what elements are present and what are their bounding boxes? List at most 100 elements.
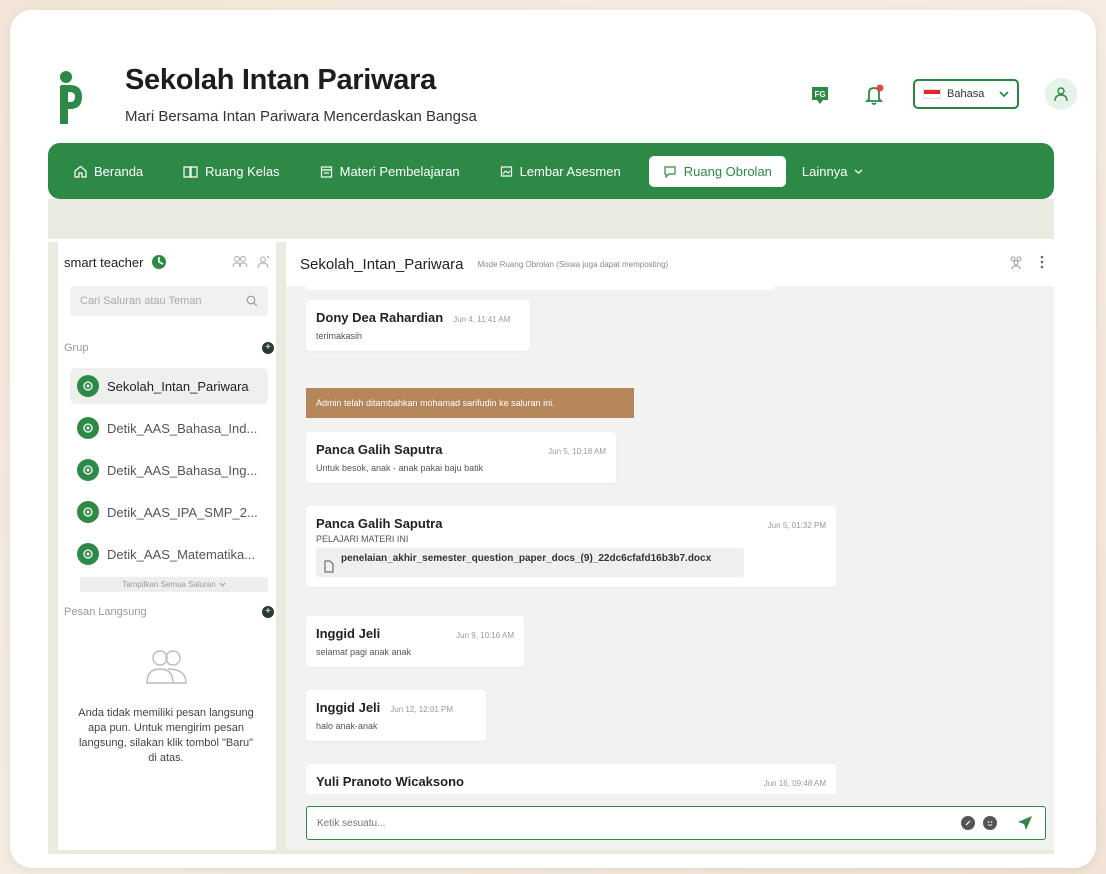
page-title: Sekolah Intan Pariwara [125, 64, 436, 96]
message-author: Inggid Jeli [316, 626, 381, 641]
nav-lembar-asesmen[interactable]: Lembar Asesmen [500, 164, 621, 179]
sidebar-header: smart teacher [64, 254, 274, 270]
group-item[interactable]: Detik_AAS_Bahasa_Ing... [70, 452, 268, 488]
emoji-icon[interactable] [983, 816, 997, 830]
system-message: Admin telah ditambahkan mohamad sarifudi… [306, 388, 634, 418]
chat-icon [664, 165, 676, 178]
page-subtitle: Mari Bersama Intan Pariwara Mencerdaskan… [125, 108, 477, 125]
dm-label: Pesan Langsung [64, 606, 147, 618]
add-group-button[interactable]: + [262, 342, 274, 354]
attach-icon[interactable] [961, 816, 975, 830]
more-options-icon[interactable] [1040, 255, 1044, 269]
status-icon[interactable] [151, 254, 167, 270]
message-list: Dony Dea Rahardian Jun 4, 11:41 AM terim… [286, 286, 1054, 794]
message-item: Yuli Pranoto Wicaksono Jun 16, 09:48 AM [306, 764, 836, 794]
file-icon [324, 560, 334, 573]
image-icon [500, 165, 512, 177]
group-item[interactable]: Detik_AAS_Matematika... [70, 536, 268, 572]
chevron-down-icon [219, 582, 226, 587]
channel-title: Sekolah_Intan_Pariwara [300, 255, 464, 273]
message-body: halo anak-anak [316, 721, 378, 731]
nav-lainnya[interactable]: Lainnya [802, 164, 864, 179]
group-item[interactable]: Detik_AAS_Bahasa_Ind... [70, 410, 268, 446]
file-attachment[interactable]: penelaian_akhir_semester_question_paper_… [316, 548, 744, 577]
message-body: selamat pagi anak anak [316, 647, 412, 657]
message-time: Jun 5, 10:18 AM [548, 447, 606, 456]
nav-label: Ruang Kelas [205, 163, 280, 179]
message-author: Panca Galih Saputra [316, 516, 443, 531]
channel-header: Sekolah_Intan_Pariwara Mode Ruang Obrola… [286, 242, 1054, 286]
main-nav: Beranda Ruang Kelas Materi Pembelajaran … [48, 143, 1054, 199]
nav-materi-pembelajaran[interactable]: Materi Pembelajaran [320, 164, 460, 179]
channel-search[interactable]: Cari Saluran atau Teman [70, 286, 268, 316]
message-time: Jun 16, 09:48 AM [763, 779, 826, 788]
header-actions: FG [805, 80, 889, 110]
group-avatar-icon [77, 417, 99, 439]
search-placeholder: Cari Saluran atau Teman [80, 295, 202, 307]
send-icon[interactable] [1017, 815, 1033, 831]
people-icon [146, 650, 187, 684]
new-group-icon[interactable] [232, 255, 248, 269]
message-item: Dony Dea Rahardian Jun 4, 11:41 AM terim… [306, 300, 530, 351]
app-header: Sekolah Intan Pariwara Mari Bersama Inta… [10, 10, 1096, 140]
app-logo [60, 71, 82, 124]
message-composer [306, 806, 1046, 840]
message-body: PELAJARI MATERI INI [316, 534, 409, 544]
search-icon [246, 295, 258, 307]
message-author: Dony Dea Rahardian [316, 310, 444, 325]
group-avatar-icon [77, 459, 99, 481]
nav-beranda[interactable]: Beranda [74, 164, 143, 179]
user-name: smart teacher [64, 254, 144, 270]
group-item[interactable]: Sekolah_Intan_Pariwara [70, 368, 268, 404]
chevron-down-icon [855, 169, 863, 174]
nav-label: Materi Pembelajaran [339, 163, 460, 179]
group-label: Grup [64, 342, 89, 354]
nav-ruang-kelas[interactable]: Ruang Kelas [183, 163, 280, 179]
message-body: terimakasih [316, 331, 363, 341]
app-card: Sekolah Intan Pariwara Mari Bersama Inta… [10, 10, 1096, 868]
group-name: Detik_AAS_Matematika... [107, 546, 256, 562]
fg-badge-icon: FG [812, 87, 828, 104]
composer-tools [961, 816, 997, 830]
message-input[interactable] [317, 817, 961, 829]
bell-icon [864, 84, 884, 105]
message-item: Inggid Jeli Jun 9, 10:16 AM selamat pagi… [306, 616, 524, 667]
add-dm-button[interactable]: + [262, 606, 274, 618]
dm-section-header: Pesan Langsung + [64, 606, 274, 618]
chevron-down-icon [999, 91, 1009, 98]
message-time: Jun 5, 01:32 PM [767, 521, 826, 530]
notification-button[interactable] [859, 80, 889, 110]
nav-label: Beranda [94, 163, 144, 179]
group-avatar-icon [77, 375, 99, 397]
channel-mode: Mode Ruang Obrolan (Siswa juga dapat mem… [477, 259, 669, 269]
group-item[interactable]: Detik_AAS_IPA_SMP_2... [70, 494, 268, 530]
show-all-label: Tampilkan Semua Saluran [122, 580, 216, 589]
nav-ruang-obrolan[interactable]: Ruang Obrolan [648, 155, 786, 187]
nav-label: Lainnya [801, 163, 848, 179]
fg-badge-button[interactable]: FG [805, 80, 835, 110]
group-avatar-icon [77, 543, 99, 565]
language-select[interactable]: Bahasa [913, 79, 1019, 109]
chat-container: smart teacher Cari Saluran atau Teman Gr… [48, 242, 1054, 854]
group-name: Detik_AAS_Bahasa_Ing... [107, 462, 258, 478]
user-avatar-button[interactable] [1045, 78, 1077, 110]
message-time: Jun 12, 12:01 PM [390, 705, 454, 714]
members-icon[interactable] [1008, 254, 1024, 270]
message-item: Inggid Jeli Jun 12, 12:01 PM halo anak-a… [306, 690, 486, 741]
message-author: Inggid Jeli [316, 700, 381, 715]
chat-sidebar: smart teacher Cari Saluran atau Teman Gr… [58, 242, 276, 850]
message-item: Panca Galih Saputra Jun 5, 01:32 PM PELA… [306, 506, 836, 587]
channel-actions [1008, 254, 1044, 270]
message-time: Jun 9, 10:16 AM [456, 631, 514, 640]
show-all-channels-button[interactable]: Tampilkan Semua Saluran [80, 577, 268, 592]
new-message-icon[interactable] [256, 255, 270, 269]
dm-empty-text: Anda tidak memiliki pesan langsung apa p… [78, 707, 254, 764]
language-label: Bahasa [947, 88, 985, 100]
book-icon [183, 165, 198, 178]
nav-label: Ruang Obrolan [683, 163, 772, 179]
group-list: Sekolah_Intan_Pariwara Detik_AAS_Bahasa_… [70, 368, 268, 578]
indonesia-flag-icon [923, 89, 941, 99]
message-body: Untuk besok, anak - anak pakai baju bati… [316, 463, 484, 473]
attachment-name: penelaian_akhir_semester_question_paper_… [341, 553, 712, 564]
dm-empty-state: Anda tidak memiliki pesan langsung apa p… [76, 647, 256, 766]
